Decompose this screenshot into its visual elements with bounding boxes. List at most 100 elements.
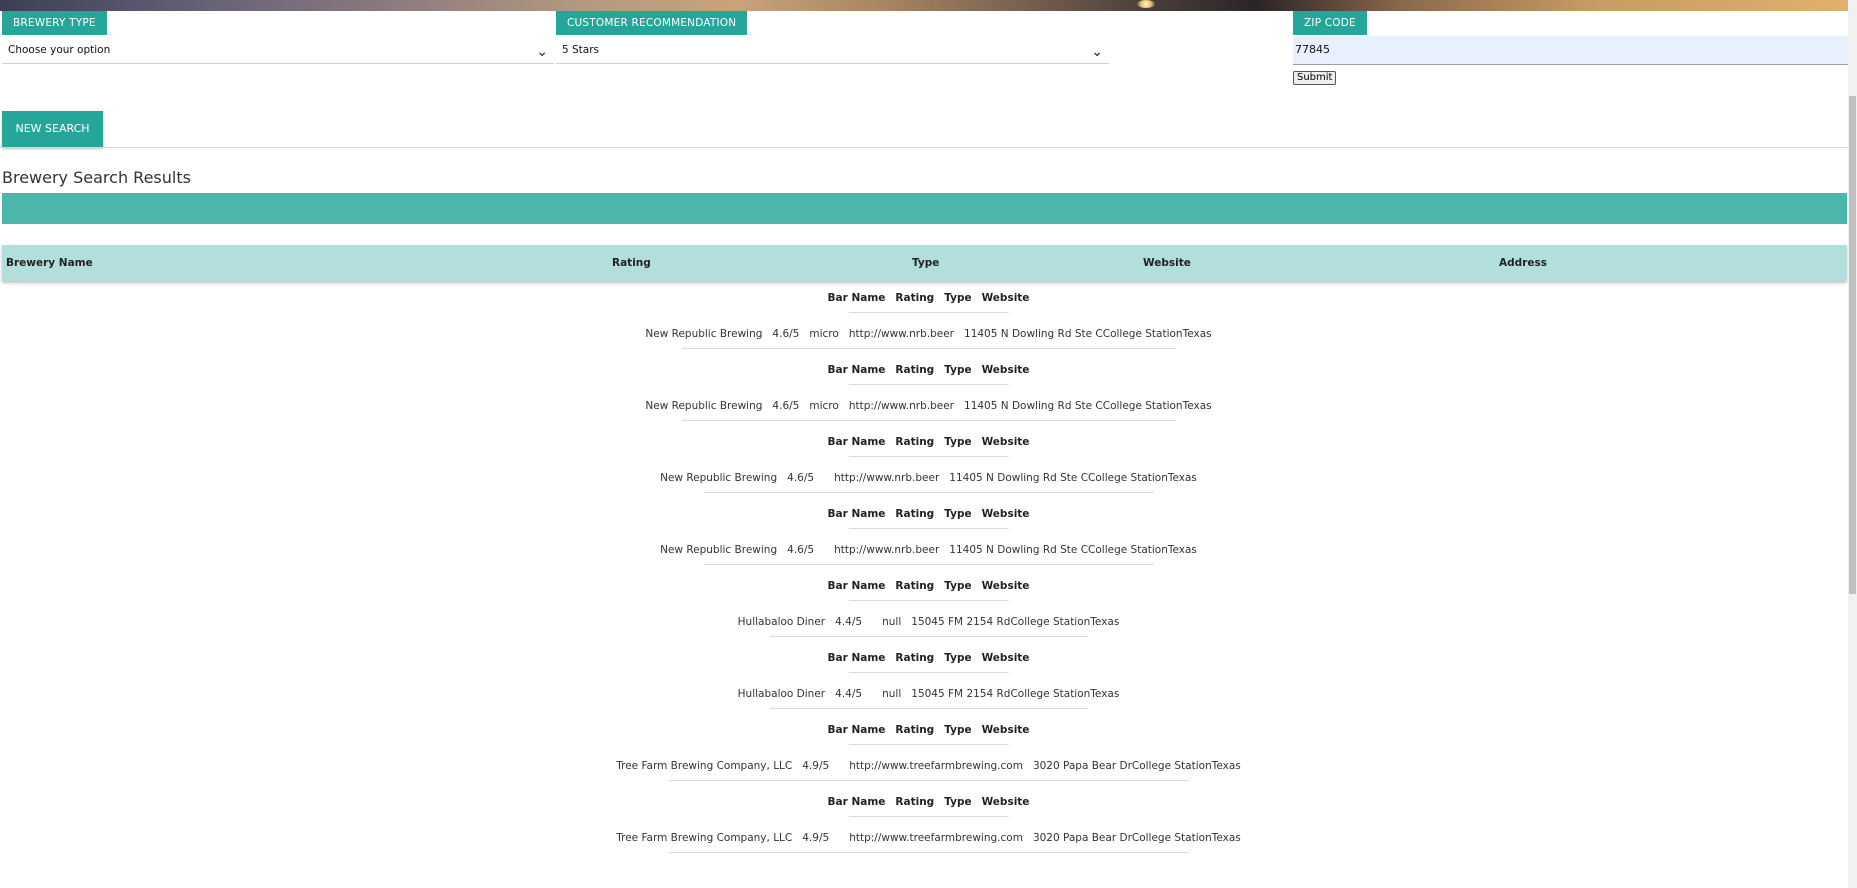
mini-header-cell: Rating [895, 796, 935, 808]
result-website[interactable]: null [882, 688, 901, 700]
result-item: Bar Name Rating Type Website New Republic Br… [0, 432, 1857, 504]
divider [668, 852, 1189, 853]
mini-header-cell: Bar Name [827, 724, 886, 736]
result-website[interactable]: http://www.nrb.beer [849, 328, 954, 340]
mini-header-cell: Website [981, 652, 1030, 664]
mini-header-cell: Type [944, 292, 972, 304]
result-row: Hullabaloo Diner 4.4/5 null 15045 FM 215… [0, 612, 1857, 632]
result-row: New Republic Brewing 4.6/5 http://www.nr… [0, 540, 1857, 560]
result-address: 15045 FM 2154 RdCollege StationTexas [911, 616, 1120, 628]
page-scrollbar[interactable] [1848, 0, 1857, 888]
mini-header-cell: Bar Name [827, 796, 886, 808]
result-website[interactable]: http://www.treefarmbrewing.com [849, 760, 1023, 772]
result-mini-header: Bar Name Rating Type Website [0, 360, 1857, 380]
result-row: Tree Farm Brewing Company, LLC 4.9/5 htt… [0, 756, 1857, 776]
result-item: Bar Name Rating Type Website Hullabaloo Dine… [0, 576, 1857, 648]
submit-button[interactable]: Submit [1293, 71, 1337, 85]
result-row: New Republic Brewing 4.6/5 http://www.nr… [0, 468, 1857, 488]
mini-header-cell: Rating [895, 652, 935, 664]
results-banner [2, 193, 1847, 224]
mini-header-cell: Website [981, 364, 1030, 376]
mini-header-cell: Rating [895, 724, 935, 736]
result-address: 11405 N Dowling Rd Ste CCollege StationT… [964, 400, 1212, 412]
mini-header-cell: Type [944, 508, 972, 520]
divider [703, 564, 1154, 565]
result-name: New Republic Brewing [645, 328, 763, 340]
mini-header-cell: Type [944, 796, 972, 808]
result-name: New Republic Brewing [645, 400, 763, 412]
zip-code-label: ZIP CODE [1293, 11, 1367, 35]
result-item: Bar Name Rating Type Website Tree Farm Brewi… [0, 792, 1857, 864]
divider [703, 492, 1154, 493]
result-type: micro [809, 400, 839, 412]
scrollbar-thumb[interactable] [1849, 96, 1856, 594]
column-brewery-name: Brewery Name [6, 257, 93, 269]
result-website[interactable]: null [882, 616, 901, 628]
brewery-type-select[interactable]: Choose your option ⌄ [2, 36, 554, 64]
divider [848, 600, 1009, 601]
result-mini-header: Bar Name Rating Type Website [0, 720, 1857, 740]
mini-header-cell: Website [981, 724, 1030, 736]
mini-header-cell: Type [944, 724, 972, 736]
result-address: 11405 N Dowling Rd Ste CCollege StationT… [949, 472, 1197, 484]
result-website[interactable]: http://www.nrb.beer [849, 400, 954, 412]
divider [848, 672, 1009, 673]
divider [769, 636, 1088, 637]
result-website[interactable]: http://www.nrb.beer [834, 544, 939, 556]
result-rating: 4.9/5 [802, 832, 830, 844]
result-address: 3020 Papa Bear DrCollege StationTexas [1032, 760, 1241, 772]
result-mini-header: Bar Name Rating Type Website [0, 648, 1857, 668]
column-type: Type [912, 257, 940, 269]
result-item: Bar Name Rating Type Website Tree Farm Brewi… [0, 720, 1857, 792]
mini-header-cell: Rating [895, 436, 935, 448]
result-name: Hullabaloo Diner [737, 616, 826, 628]
result-mini-header: Bar Name Rating Type Website [0, 432, 1857, 452]
result-item: Bar Name Rating Type Website Hullabaloo Dine… [0, 648, 1857, 720]
result-mini-header: Bar Name Rating Type Website [0, 504, 1857, 524]
hero-image-strip [0, 0, 1848, 11]
divider [0, 147, 1848, 148]
divider [769, 708, 1088, 709]
result-name: New Republic Brewing [660, 544, 778, 556]
result-rating: 4.6/5 [787, 472, 815, 484]
result-rating: 4.4/5 [835, 688, 863, 700]
recommendation-value: 5 Stars [562, 44, 600, 56]
result-website[interactable]: http://www.nrb.beer [834, 472, 939, 484]
mini-header-cell: Website [981, 580, 1030, 592]
result-address: 11405 N Dowling Rd Ste CCollege StationT… [964, 328, 1212, 340]
result-item: Bar Name Rating Type Website New Republic Br… [0, 504, 1857, 576]
results-table-header: Brewery Name Rating Type Website Address [2, 245, 1847, 281]
chevron-down-icon: ⌄ [536, 44, 548, 60]
divider [681, 420, 1176, 421]
mini-header-cell: Bar Name [827, 508, 886, 520]
result-website[interactable]: http://www.treefarmbrewing.com [849, 832, 1023, 844]
mini-header-cell: Bar Name [827, 580, 886, 592]
result-row: New Republic Brewing 4.6/5 micro http://… [0, 324, 1857, 344]
recommendation-select[interactable]: 5 Stars ⌄ [556, 36, 1109, 64]
result-rating: 4.6/5 [787, 544, 815, 556]
result-name: New Republic Brewing [660, 472, 778, 484]
result-row: Tree Farm Brewing Company, LLC 4.9/5 htt… [0, 828, 1857, 848]
new-search-button[interactable]: NEW SEARCH [2, 111, 103, 147]
column-rating: Rating [612, 257, 651, 269]
mini-header-cell: Bar Name [827, 364, 886, 376]
result-rating: 4.6/5 [772, 400, 800, 412]
mini-header-cell: Bar Name [827, 436, 886, 448]
zip-code-input[interactable]: 77845 [1293, 36, 1848, 65]
mini-header-cell: Type [944, 652, 972, 664]
result-address: 3020 Papa Bear DrCollege StationTexas [1032, 832, 1241, 844]
column-website: Website [1143, 257, 1191, 269]
mini-header-cell: Bar Name [827, 292, 886, 304]
result-item: Bar Name Rating Type Website New Republic Br… [0, 288, 1857, 360]
result-rating: 4.6/5 [772, 328, 800, 340]
result-name: Tree Farm Brewing Company, LLC [616, 832, 793, 844]
mini-header-cell: Website [981, 436, 1030, 448]
result-item: Bar Name Rating Type Website New Republic Br… [0, 360, 1857, 432]
divider [848, 744, 1009, 745]
divider [668, 780, 1189, 781]
recommendation-label: CUSTOMER RECOMMENDATION [556, 11, 748, 35]
divider [848, 384, 1009, 385]
hero-highlight [1137, 0, 1155, 8]
divider [681, 348, 1176, 349]
divider [848, 312, 1009, 313]
